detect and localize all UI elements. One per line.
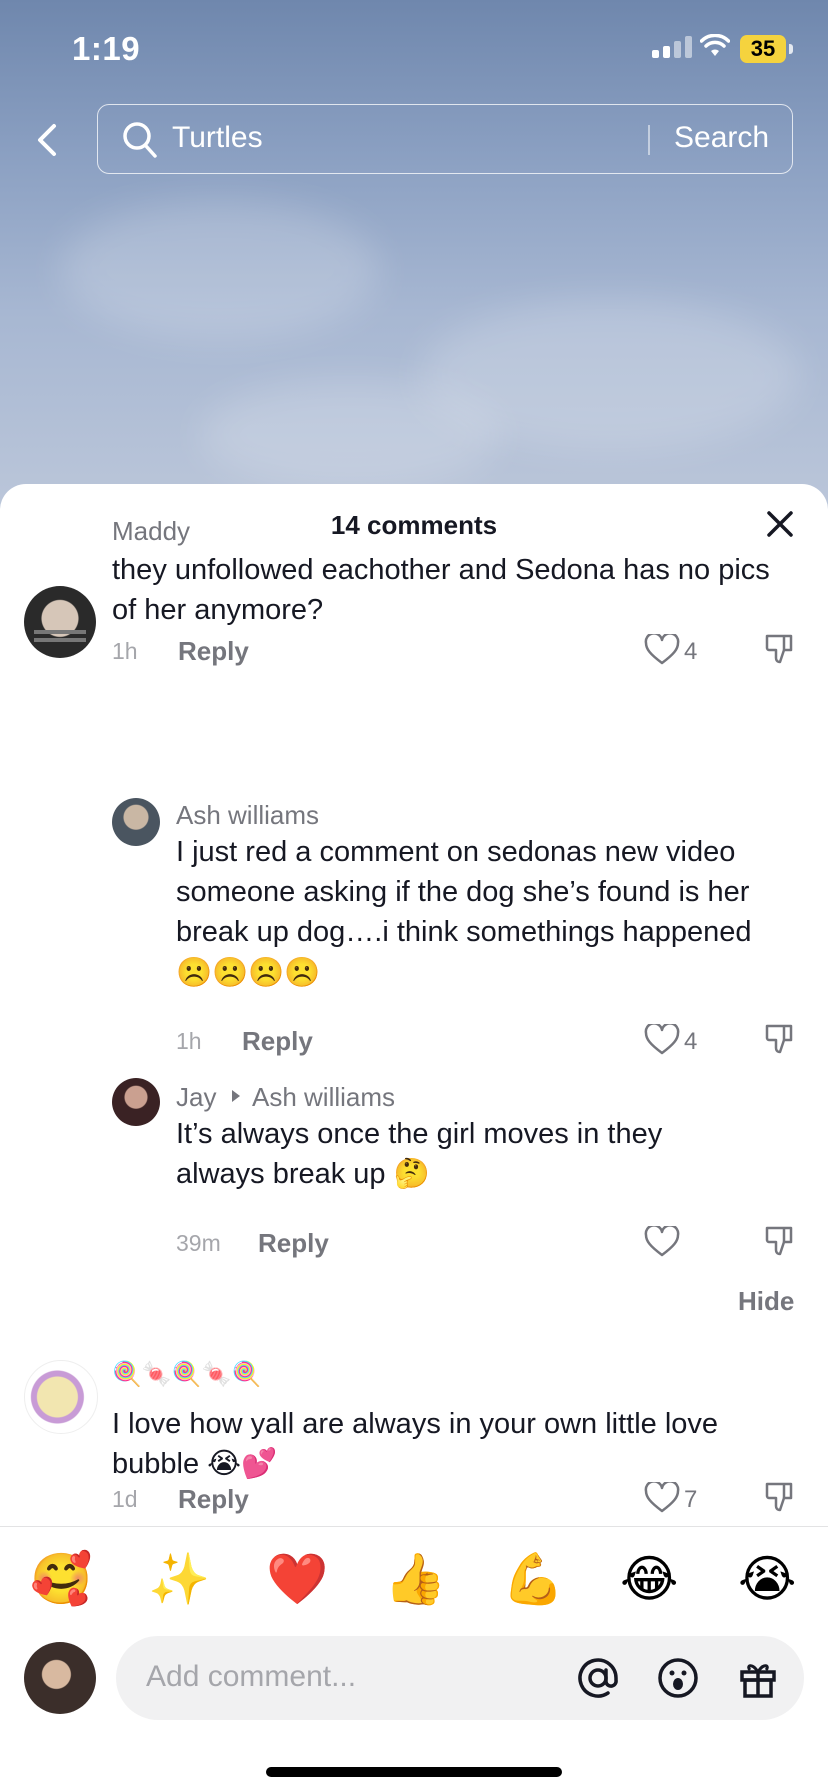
reply-button[interactable]: Reply [178, 1484, 249, 1515]
comment-time: 39m [176, 1230, 221, 1256]
emoji-smiling-hearts[interactable]: 🥰 [30, 1549, 92, 1609]
dislike-icon[interactable] [764, 1480, 796, 1514]
like-count: 4 [684, 638, 698, 665]
reply-button[interactable]: Reply [258, 1228, 329, 1259]
comment-text-line: someone asking if the dog she’s found is… [176, 876, 750, 908]
comment-username[interactable]: Jay [176, 1082, 216, 1113]
comment-time: 1d [112, 1486, 138, 1512]
emoji-sparkles[interactable]: ✨ [148, 1549, 210, 1609]
search-bar[interactable]: Turtles Search [97, 104, 793, 174]
like-heart-icon[interactable] [644, 1226, 680, 1258]
emoji-loudly-crying[interactable]: 😭 [738, 1549, 796, 1609]
dislike-icon[interactable] [764, 632, 796, 666]
dislike-icon[interactable] [764, 1022, 796, 1056]
comment-username[interactable]: 🍭🍬🍭🍬🍭 [112, 1360, 261, 1388]
cellular-signal-icon [652, 36, 692, 58]
avatar[interactable] [24, 1360, 98, 1434]
search-icon [123, 122, 157, 158]
reply-button[interactable]: Reply [178, 636, 249, 667]
like-heart-icon[interactable] [644, 634, 680, 666]
gift-icon[interactable] [736, 1656, 780, 1700]
home-indicator [266, 1767, 562, 1777]
emoji-tears-of-joy[interactable]: 😂 [620, 1549, 678, 1609]
status-time: 1:19 [72, 30, 141, 67]
comment-text-line: ☹️☹️☹️☹️ [176, 955, 321, 989]
emoji-face-icon[interactable] [656, 1656, 700, 1700]
comment-text-line: break up dog….i think somethings happene… [176, 916, 752, 948]
quick-emoji-bar: 🥰 ✨ ❤️ 👍 💪 😂 😭 [0, 1526, 828, 1637]
emoji-thumbs-up[interactable]: 👍 [384, 1549, 446, 1609]
user-avatar [24, 1642, 96, 1714]
comment-text: It’s always once the girl moves in they … [176, 1118, 663, 1190]
avatar[interactable] [112, 1078, 160, 1126]
like-count: 4 [684, 1028, 698, 1055]
emoji-red-heart[interactable]: ❤️ [266, 1549, 328, 1609]
status-bar: 1:19 35 [0, 0, 828, 100]
hide-replies-button[interactable]: Hide [738, 1286, 794, 1317]
like-count: 7 [684, 1486, 698, 1513]
search-query[interactable]: Turtles [172, 121, 263, 155]
like-heart-icon[interactable] [644, 1024, 680, 1056]
avatar[interactable] [112, 798, 160, 846]
wifi-icon [700, 34, 730, 56]
mention-at-icon[interactable] [576, 1656, 620, 1700]
reply-button[interactable]: Reply [242, 1026, 313, 1057]
comment-text: they unfollowed eachother and Sedona has… [112, 554, 770, 626]
back-arrow-icon[interactable] [28, 118, 68, 162]
comment-username[interactable]: Maddy [112, 516, 190, 547]
reply-arrow-icon [232, 1090, 240, 1102]
dislike-icon[interactable] [764, 1224, 796, 1258]
comment-time: 1h [176, 1028, 202, 1054]
comment-username[interactable]: Ash williams [176, 800, 319, 831]
close-icon[interactable] [764, 508, 796, 540]
comment-text-line: I just red a comment on sedonas new vide… [176, 836, 736, 868]
like-heart-icon[interactable] [644, 1482, 680, 1514]
comment-time: 1h [112, 638, 138, 664]
search-divider [648, 125, 650, 155]
search-button[interactable]: Search [674, 121, 769, 155]
battery-indicator: 35 [740, 35, 786, 63]
add-comment-placeholder: Add comment... [146, 1660, 357, 1693]
avatar[interactable] [24, 586, 96, 658]
emoji-flexed-biceps[interactable]: 💪 [502, 1549, 564, 1609]
battery-cap [789, 44, 793, 54]
add-comment-input[interactable]: Add comment... [116, 1636, 804, 1720]
reply-to-username[interactable]: Ash williams [252, 1082, 395, 1113]
comment-text: I love how yall are always in your own l… [112, 1408, 719, 1480]
